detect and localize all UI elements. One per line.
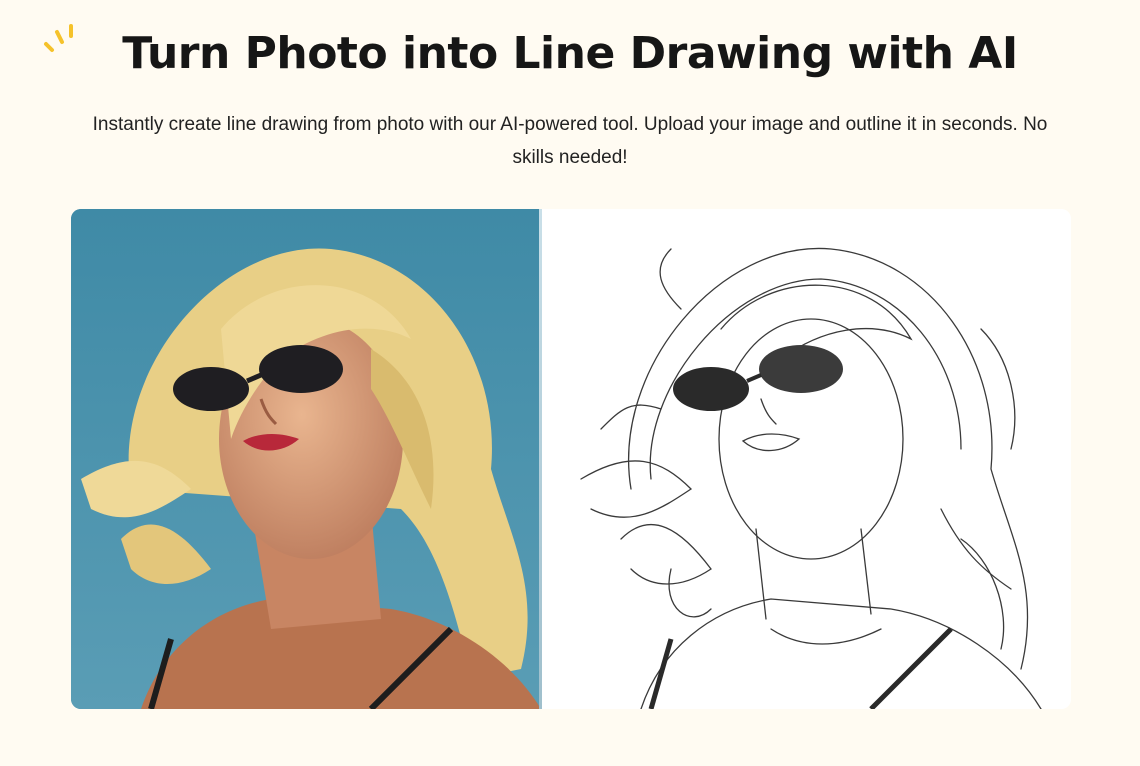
original-photo <box>71 209 541 709</box>
page-title: Turn Photo into Line Drawing with AI <box>122 28 1018 79</box>
photo-portrait-icon <box>71 209 541 709</box>
before-after-comparison <box>71 209 1071 709</box>
comparison-divider[interactable] <box>539 209 542 709</box>
line-drawing-icon <box>541 209 1071 709</box>
page-subtitle: Instantly create line drawing from photo… <box>92 114 1048 168</box>
line-drawing-result <box>541 209 1071 709</box>
